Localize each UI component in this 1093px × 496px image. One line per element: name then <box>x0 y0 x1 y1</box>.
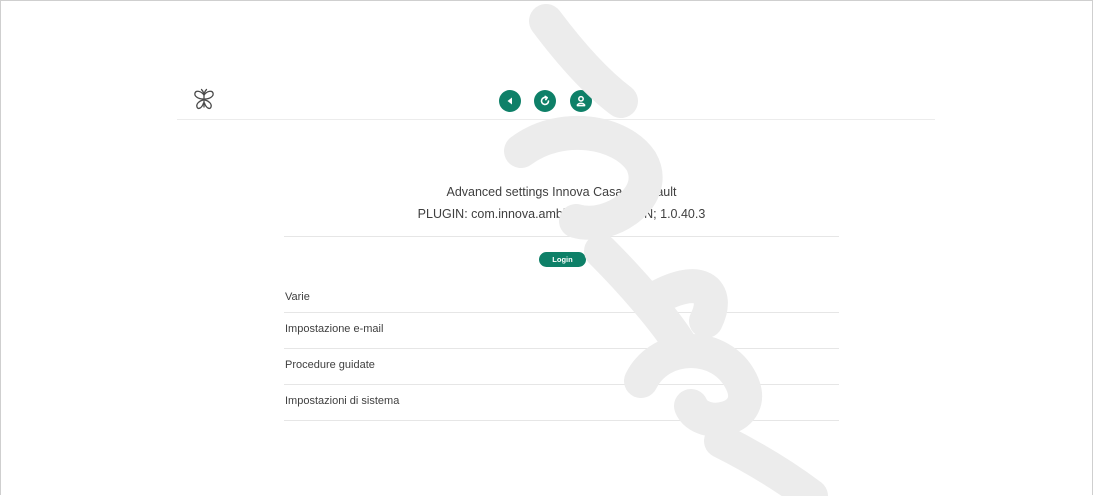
menu-item-email-settings[interactable]: Impostazione e-mail <box>284 313 839 349</box>
back-button[interactable] <box>499 90 521 112</box>
user-icon <box>575 95 587 107</box>
top-toolbar <box>177 85 935 120</box>
plugin-version-text: PLUGIN: com.innova.ambiente, VERSION; 1.… <box>417 207 706 221</box>
page-title: Advanced settings Innova Casa di default <box>446 185 677 199</box>
menu-item-guided-procedures[interactable]: Procedure guidate <box>284 349 839 385</box>
butterfly-logo-icon <box>191 87 217 113</box>
refresh-button[interactable] <box>534 90 556 112</box>
menu-item-system-settings[interactable]: Impostazioni di sistema <box>284 385 839 421</box>
watermark-overlay <box>504 4 828 496</box>
divider <box>284 236 839 237</box>
back-arrow-icon <box>505 96 515 106</box>
user-button[interactable] <box>570 90 592 112</box>
settings-menu: Varie Impostazione e-mail Procedure guid… <box>284 282 839 421</box>
app-frame: Advanced settings Innova Casa di default… <box>0 0 1093 496</box>
menu-item-varie[interactable]: Varie <box>284 282 839 313</box>
login-button[interactable]: Login <box>539 252 586 267</box>
refresh-icon <box>539 95 551 107</box>
